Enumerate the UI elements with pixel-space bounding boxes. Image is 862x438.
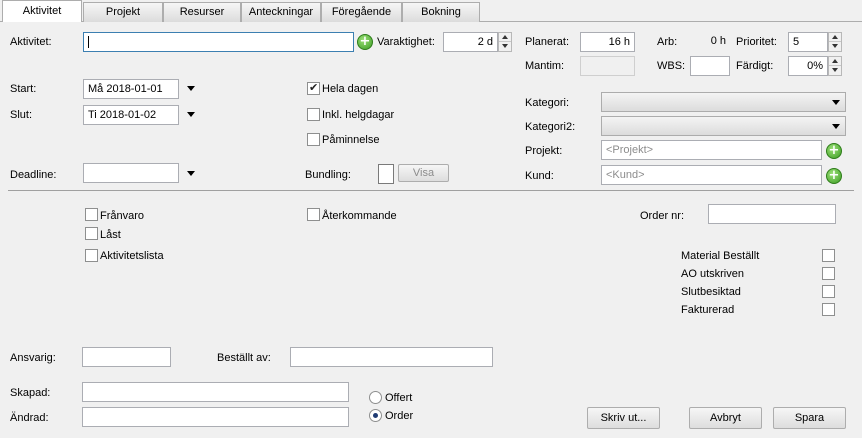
skriv-ut-button[interactable]: Skriv ut... xyxy=(587,407,660,429)
kategori-label: Kategori: xyxy=(525,97,570,109)
slutbesiktad-checkbox[interactable] xyxy=(822,285,835,298)
deadline-input[interactable] xyxy=(83,163,179,183)
projekt-input[interactable]: <Projekt> xyxy=(601,140,822,160)
section-divider xyxy=(8,190,854,191)
slut-date-input[interactable]: Ti 2018-01-02 xyxy=(83,105,179,125)
varaktighet-stepper[interactable] xyxy=(498,32,512,52)
stepper-down-icon[interactable] xyxy=(829,66,841,75)
tab-bar: Aktivitet Projekt Resurser Anteckningar … xyxy=(0,0,862,22)
ansvarig-input[interactable] xyxy=(82,347,171,367)
fakturerad-checkbox[interactable] xyxy=(822,303,835,316)
ao-utskriven-label: AO utskriven xyxy=(681,268,744,280)
slut-dropdown-icon[interactable] xyxy=(187,112,195,117)
material-bestallt-checkbox[interactable] xyxy=(822,249,835,262)
kategori2-label: Kategori2: xyxy=(525,121,576,133)
start-dropdown-icon[interactable] xyxy=(187,86,195,91)
aktivitet-input[interactable] xyxy=(83,32,354,52)
stepper-down-icon[interactable] xyxy=(829,42,841,51)
last-label: Låst xyxy=(100,229,121,241)
franvaro-checkbox[interactable] xyxy=(85,208,98,221)
aktivitetslista-label: Aktivitetslista xyxy=(100,250,164,262)
kategori-select[interactable] xyxy=(601,92,846,112)
start-label: Start: xyxy=(10,83,37,95)
mantim-label: Mantim: xyxy=(525,60,565,72)
aterkommande-label: Återkommande xyxy=(322,210,397,222)
visa-button[interactable]: Visa xyxy=(398,164,449,182)
planerat-label: Planerat: xyxy=(525,36,570,48)
inkl-helgdagar-checkbox[interactable] xyxy=(307,108,320,121)
bundling-label: Bundling: xyxy=(305,169,351,181)
arb-value: 0 h xyxy=(710,35,726,47)
chevron-down-icon xyxy=(832,124,840,129)
order-nr-label: Order nr: xyxy=(640,210,685,222)
wbs-input[interactable] xyxy=(690,56,730,76)
prioritet-stepper[interactable] xyxy=(828,32,842,52)
wbs-label: WBS: xyxy=(657,60,686,72)
stepper-up-icon[interactable] xyxy=(829,33,841,42)
andrad-input[interactable] xyxy=(82,407,349,427)
projekt-label: Projekt: xyxy=(525,145,563,157)
add-kund-icon[interactable]: + xyxy=(826,168,842,184)
paminnelse-label: Påminnelse xyxy=(322,134,380,146)
fakturerad-label: Fakturerad xyxy=(681,304,735,316)
paminnelse-checkbox[interactable] xyxy=(307,133,320,146)
start-date-input[interactable]: Må 2018-01-01 xyxy=(83,79,179,99)
bundling-color-box[interactable] xyxy=(378,164,394,184)
slut-label: Slut: xyxy=(10,109,33,121)
deadline-dropdown-icon[interactable] xyxy=(187,171,195,176)
inkl-helgdagar-label: Inkl. helgdagar xyxy=(322,109,395,121)
varaktighet-label: Varaktighet: xyxy=(377,36,435,48)
deadline-label: Deadline: xyxy=(10,169,57,181)
skapad-input[interactable] xyxy=(82,382,349,402)
kund-label: Kund: xyxy=(525,170,554,182)
tab-projekt[interactable]: Projekt xyxy=(83,2,163,22)
ansvarig-label: Ansvarig: xyxy=(10,352,56,364)
order-radio[interactable] xyxy=(369,409,382,422)
slutbesiktad-label: Slutbesiktad xyxy=(681,286,741,298)
aktivitet-label: Aktivitet: xyxy=(10,36,52,48)
text-caret xyxy=(88,36,89,48)
kategori2-select[interactable] xyxy=(601,116,846,136)
planerat-input[interactable]: 16 h xyxy=(580,32,635,52)
add-projekt-icon[interactable]: + xyxy=(826,143,842,159)
stepper-up-icon[interactable] xyxy=(499,33,511,42)
andrad-label: Ändrad: xyxy=(10,412,49,424)
avbryt-button[interactable]: Avbryt xyxy=(689,407,762,429)
arb-label: Arb: xyxy=(657,36,678,48)
aktivitetslista-checkbox[interactable] xyxy=(85,249,98,262)
spara-button[interactable]: Spara xyxy=(773,407,846,429)
stepper-down-icon[interactable] xyxy=(499,42,511,51)
varaktighet-input[interactable]: 2 d xyxy=(443,32,498,52)
fardigt-input[interactable]: 0% xyxy=(788,56,828,76)
material-bestallt-label: Material Beställt xyxy=(681,250,760,262)
fardigt-stepper[interactable] xyxy=(828,56,842,76)
bestallt-av-input[interactable] xyxy=(290,347,493,367)
bestallt-av-label: Beställt av: xyxy=(217,352,271,364)
stepper-up-icon[interactable] xyxy=(829,57,841,66)
add-aktivitet-icon[interactable]: + xyxy=(357,34,373,50)
kund-input[interactable]: <Kund> xyxy=(601,165,822,185)
hela-dagen-label: Hela dagen xyxy=(322,83,379,95)
tab-aktivitet[interactable]: Aktivitet xyxy=(2,0,82,22)
tab-bokning[interactable]: Bokning xyxy=(402,2,480,22)
offert-radio[interactable] xyxy=(369,391,382,404)
prioritet-input[interactable]: 5 xyxy=(788,32,828,52)
hela-dagen-checkbox[interactable] xyxy=(307,81,320,95)
tab-resurser[interactable]: Resurser xyxy=(163,2,241,22)
order-label: Order xyxy=(385,410,414,422)
tab-foregaende[interactable]: Föregående xyxy=(321,2,402,22)
order-nr-input[interactable] xyxy=(708,204,836,224)
aterkommande-checkbox[interactable] xyxy=(307,208,320,221)
ao-utskriven-checkbox[interactable] xyxy=(822,267,835,280)
chevron-down-icon xyxy=(832,100,840,105)
franvaro-label: Frånvaro xyxy=(100,210,145,222)
fardigt-label: Färdigt: xyxy=(736,60,774,72)
offert-label: Offert xyxy=(385,392,413,404)
tab-anteckningar[interactable]: Anteckningar xyxy=(241,2,321,22)
last-checkbox[interactable] xyxy=(85,227,98,240)
mantim-input xyxy=(580,56,635,76)
prioritet-label: Prioritet: xyxy=(736,36,777,48)
skapad-label: Skapad: xyxy=(10,387,51,399)
